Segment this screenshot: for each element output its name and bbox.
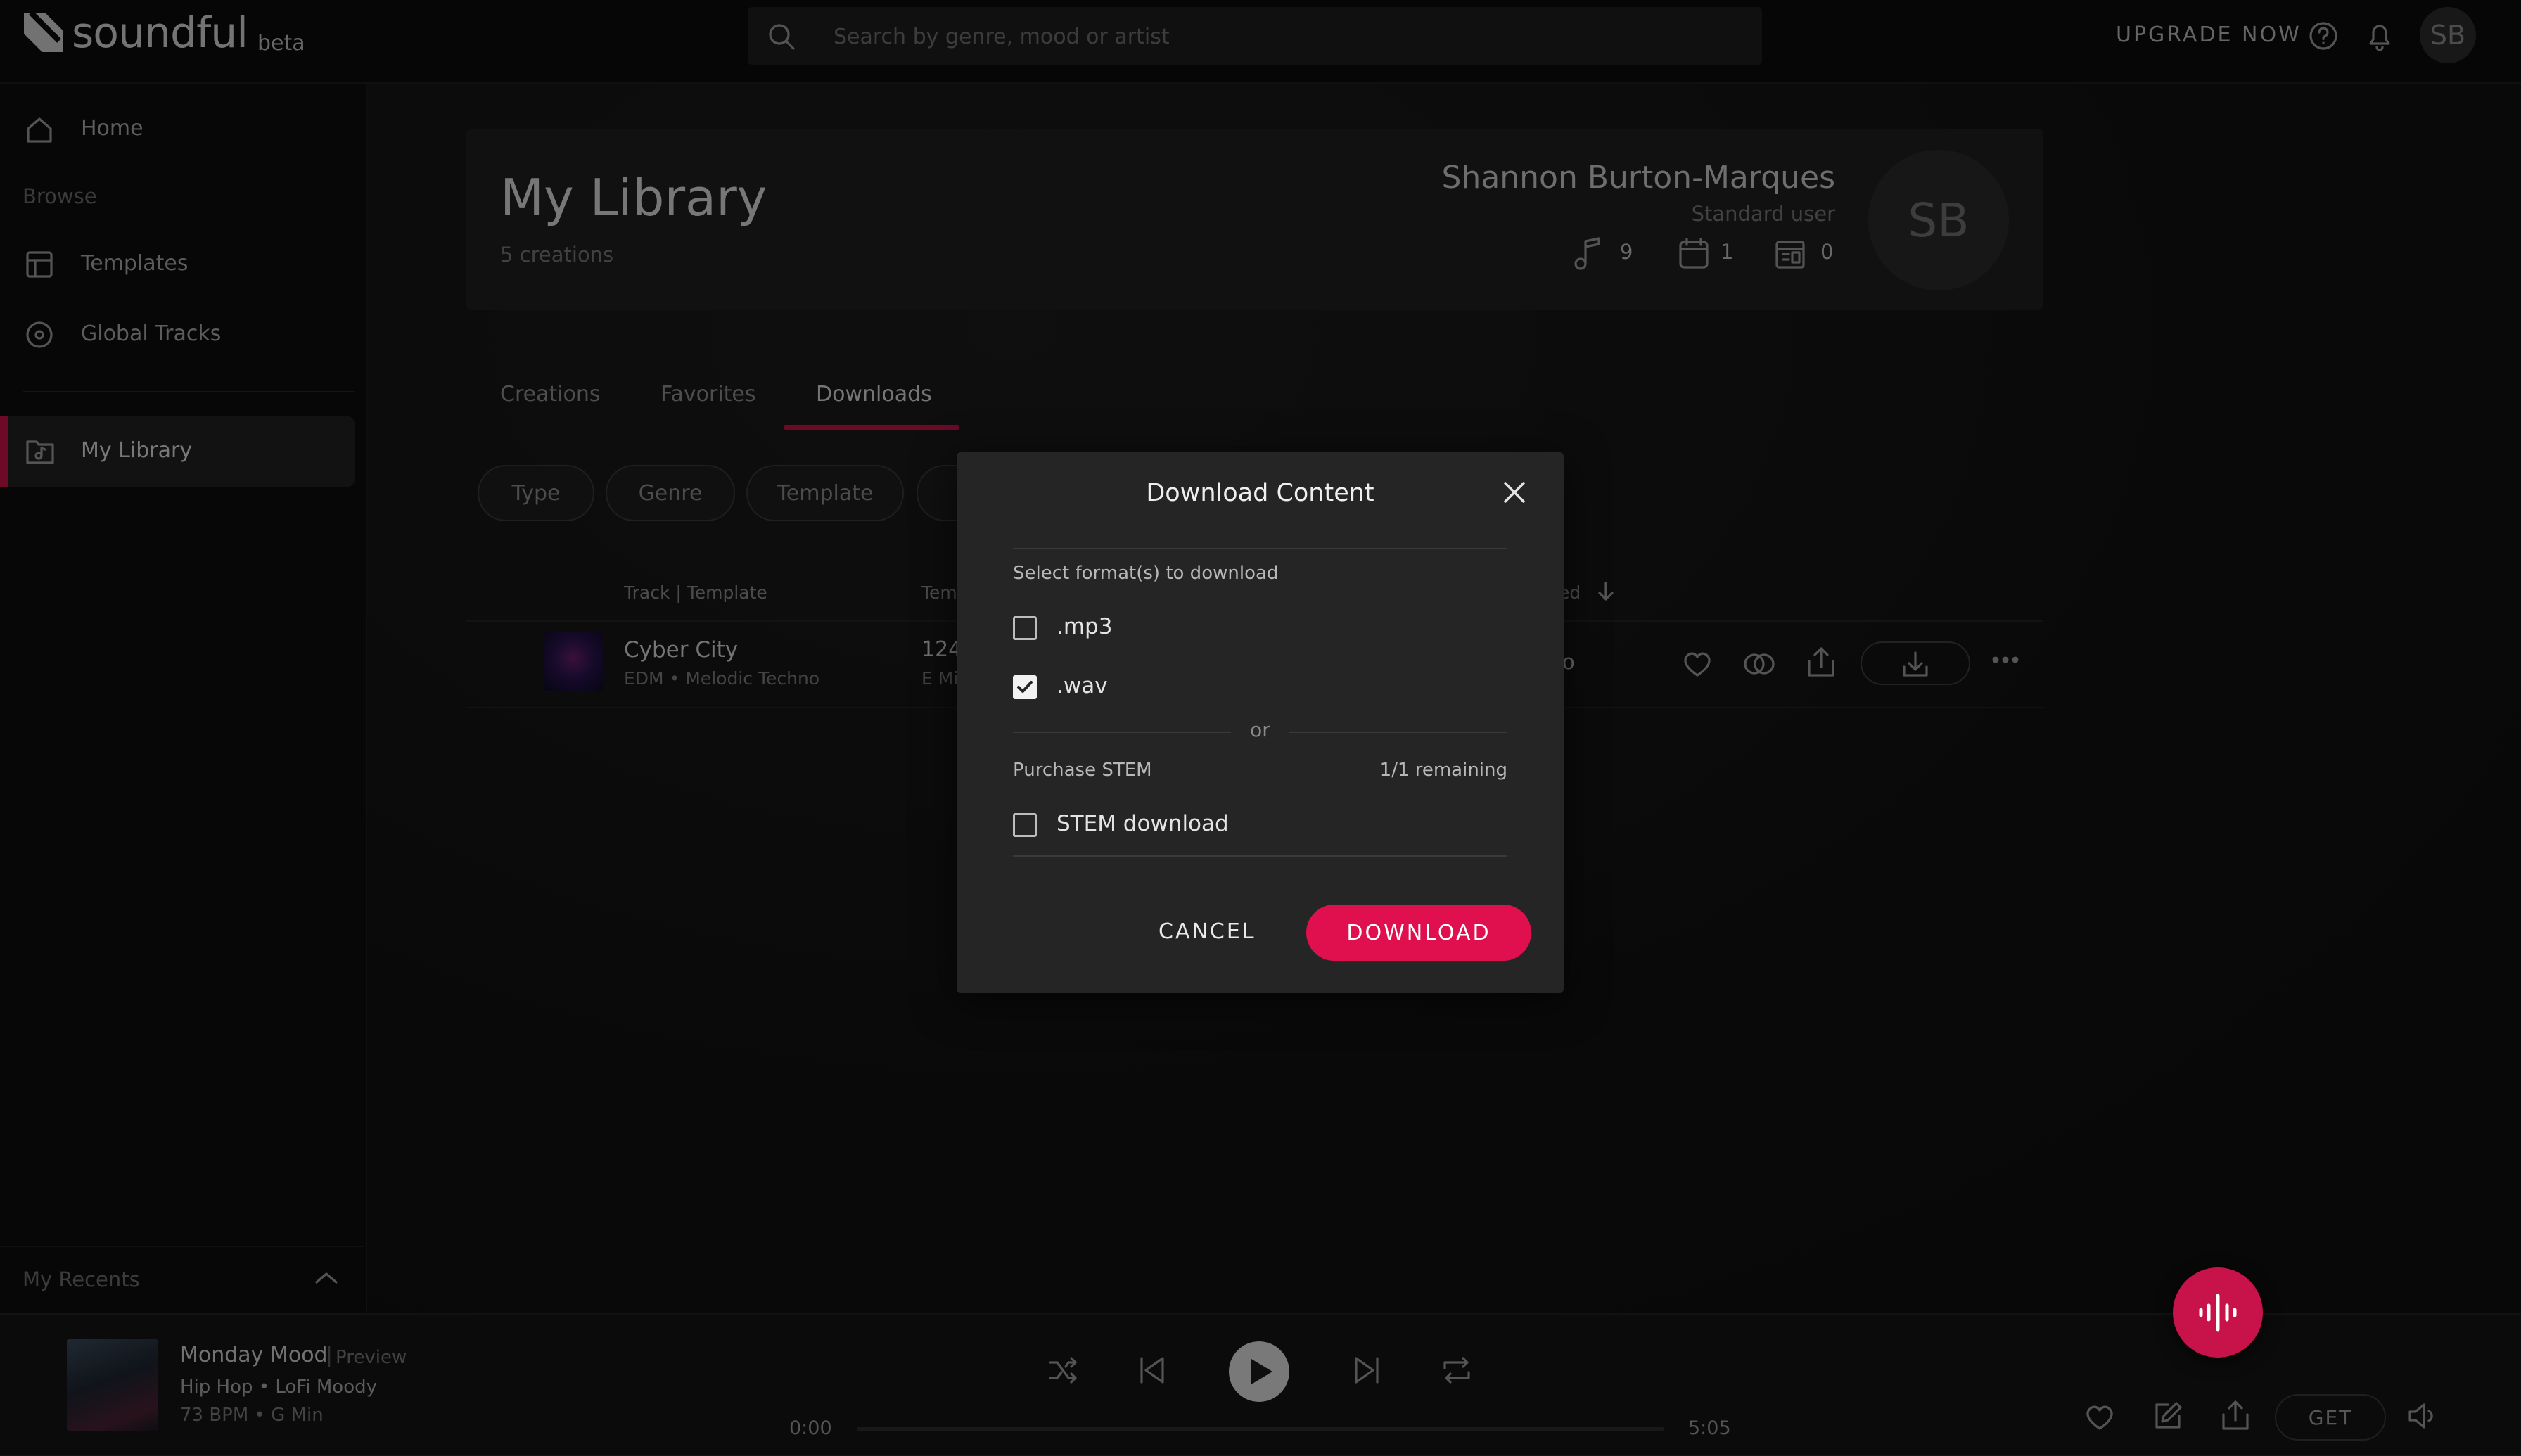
stem-download-label[interactable]: STEM download [1057, 811, 1229, 836]
download-content-dialog: Download Content Select format(s) to dow… [957, 452, 1564, 993]
formats-label: Select format(s) to download [1013, 563, 1279, 584]
close-icon[interactable] [1502, 480, 1526, 504]
create-track-fab[interactable] [2173, 1267, 2263, 1358]
waveform-icon [2197, 1291, 2239, 1334]
download-confirm-button[interactable]: DOWNLOAD [1306, 905, 1531, 961]
cancel-button[interactable]: CANCEL [1159, 919, 1256, 944]
wav-checkbox[interactable] [1013, 675, 1037, 699]
stem-download-checkbox[interactable] [1013, 813, 1037, 837]
mp3-label[interactable]: .mp3 [1057, 614, 1112, 639]
dialog-title: Download Content [1146, 479, 1374, 507]
dialog-bottom-divider [1013, 855, 1507, 857]
wav-label[interactable]: .wav [1057, 673, 1108, 698]
dialog-divider [1013, 548, 1507, 549]
stem-remaining: 1/1 remaining [1379, 760, 1507, 781]
purchase-stem-label: Purchase STEM [1013, 760, 1152, 781]
mp3-checkbox[interactable] [1013, 616, 1037, 640]
or-label: or [1250, 718, 1270, 741]
or-divider-right [1289, 732, 1507, 733]
